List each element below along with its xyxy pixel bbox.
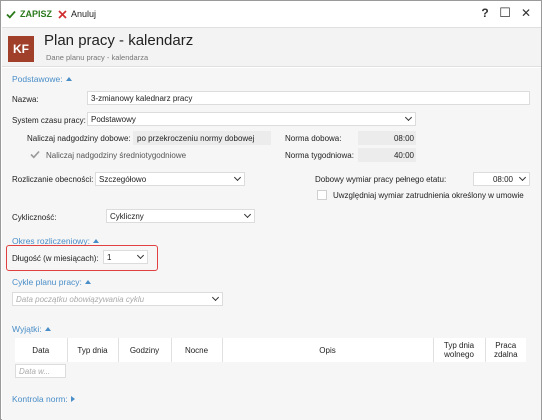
dialog-window: ZAPISZ Anuluj ? ☐ ✕ KF Plan pracy - kale… [0,0,542,420]
dobowy-label: Dobowy wymiar pracy pełnego etatu: [315,175,447,184]
page-title: Plan pracy - kalendarz [44,32,194,49]
nadgodziny-value: po przekroczeniu normy dobowej [137,134,255,143]
save-label: ZAPISZ [20,9,53,19]
cancel-button[interactable]: Anuluj [58,7,96,21]
dlugosc-select-value: 1 [107,253,112,262]
help-button[interactable]: ? [478,6,492,20]
system-select-value: Podstawowy [91,115,136,124]
cancel-label: Anuluj [71,9,97,19]
chevron-down-icon [518,173,527,182]
header: KF Plan pracy - kalendarz Dane planu pra… [2,27,541,67]
cyklicznosc-label: Cykliczność: [12,213,57,222]
norma-dobowa-value: 08:00 [393,134,414,143]
nazwa-label: Nazwa: [12,95,39,104]
chevron-down-icon [233,173,242,182]
chevron-down-icon [136,251,145,260]
section-podstawowe[interactable]: Podstawowe: [12,74,72,84]
collapse-icon [65,77,72,81]
section-wyjatki-label: Wyjątki: [12,324,42,334]
dobowy-select[interactable]: 08:00 [473,172,530,186]
nazwa-input[interactable]: 3-zmianowy kalednarz pracy [87,91,530,105]
exceptions-table: Data Typ dnia Godziny Nocne Opis Typ dni… [15,338,526,362]
uwzgledniaj-checkbox[interactable] [317,190,327,200]
close-button[interactable]: ✕ [519,6,533,20]
dlugosc-label: Długość (w miesiącach): [12,254,99,263]
close-x-icon [58,9,67,19]
rozliczanie-label: Rozliczanie obecności: [12,175,94,184]
system-select[interactable]: Podstawowy [87,112,416,126]
dobowy-select-value: 08:00 [492,175,513,184]
column-header-praca-zdalna[interactable]: Praca zdalna [485,338,526,362]
expand-icon [70,396,75,402]
norma-tyg-value: 40:00 [393,151,414,160]
norma-tyg-label: Norma tygodniowa: [285,151,354,160]
section-podstawowe-label: Podstawowe: [12,74,63,84]
uwzgledniaj-label: Uwzględniaj wymiar zatrudnienia określon… [333,191,524,200]
nadgodziny-label: Naliczaj nadgodziny dobowe: [27,134,131,143]
data-filter-placeholder: Data w... [19,367,51,376]
toolbar: ZAPISZ Anuluj ? ☐ ✕ [1,1,541,27]
column-header-data[interactable]: Data [15,338,68,362]
section-cykle-label: Cykle planu pracy: [12,277,82,287]
column-header-typ-dnia[interactable]: Typ dnia [67,338,119,362]
checkmark-icon [30,150,40,159]
chevron-down-icon [404,113,413,122]
section-kontrola-label: Kontrola norm: [12,394,68,404]
minimize-button[interactable]: ☐ [498,5,512,20]
page-subtitle: Dane planu pracy - kalendarza [46,53,149,62]
section-wyjatki[interactable]: Wyjątki: [12,324,51,334]
norma-dobowa-label: Norma dobowa: [285,134,342,143]
chevron-down-icon [243,210,252,219]
column-header-opis[interactable]: Opis [222,338,434,362]
avatar: KF [8,36,34,62]
collapse-icon [84,280,91,284]
srednio-label: Naliczaj nadgodziny średniotygodniowe [46,151,187,160]
system-label: System czasu pracy: [12,116,86,125]
cykl-date-select[interactable]: Data początku obowiązywania cyklu [12,292,223,306]
column-header-typ-dnia-wolnego[interactable]: Typ dnia wolnego [433,338,486,362]
collapse-icon [92,239,99,243]
column-header-godziny[interactable]: Godziny [118,338,172,362]
save-button[interactable]: ZAPISZ [6,7,52,21]
cykl-date-placeholder: Data początku obowiązywania cyklu [16,295,145,304]
cyklicznosc-select-value: Cykliczny [110,212,144,221]
section-cykle[interactable]: Cykle planu pracy: [12,277,91,287]
dlugosc-select[interactable]: 1 [103,250,148,264]
checkmark-icon [6,10,16,19]
collapse-icon [44,327,51,331]
table-header-row: Data Typ dnia Godziny Nocne Opis Typ dni… [15,338,526,362]
rozliczanie-select-value: Szczegółowo [99,175,147,184]
form-content: Podstawowe: Nazwa: 3-zmianowy kalednarz … [2,68,541,420]
data-filter-input[interactable]: Data w... [15,364,66,378]
section-kontrola[interactable]: Kontrola norm: [12,394,75,404]
column-header-nocne[interactable]: Nocne [171,338,223,362]
rozliczanie-select[interactable]: Szczegółowo [95,172,245,186]
cyklicznosc-select[interactable]: Cykliczny [106,209,255,223]
chevron-down-icon [211,293,220,302]
